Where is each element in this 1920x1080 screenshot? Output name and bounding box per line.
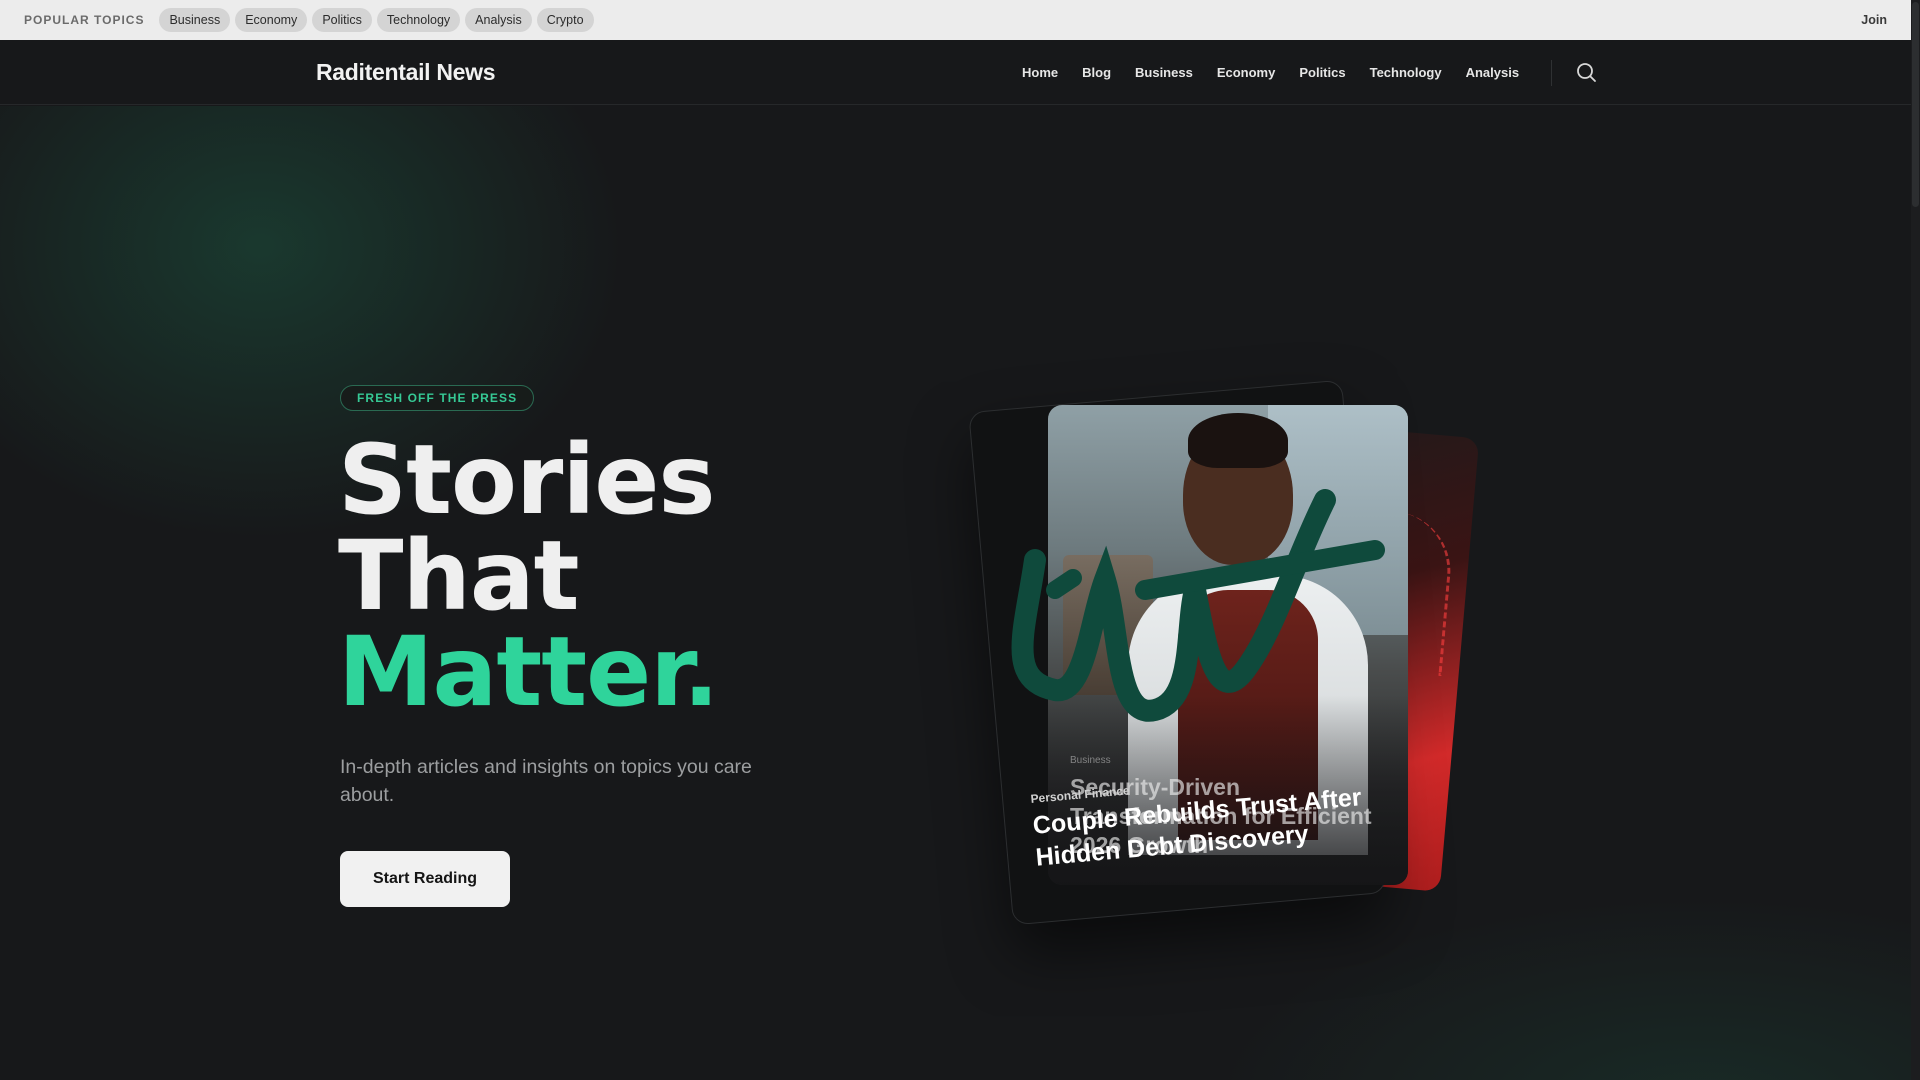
scribble-graphic [1011, 489, 1385, 722]
scribble-stroke-1 [1011, 489, 1336, 722]
nav-link-economy[interactable]: Economy [1217, 65, 1276, 80]
hero-headline: Stories That Matter. [338, 424, 719, 728]
nav-link-home[interactable]: Home [1022, 65, 1058, 80]
card-photo-person-hair [1188, 413, 1288, 468]
nav-link-business[interactable]: Business [1135, 65, 1193, 80]
hero-subtitle: In-depth articles and insights on topics… [340, 756, 752, 806]
headline-line-2: That [338, 520, 580, 632]
scrollbar-thumb[interactable] [1912, 2, 1919, 207]
topic-pill-politics[interactable]: Politics [312, 8, 372, 32]
main-navigation: Raditentail News Home Blog Business Econ… [0, 40, 1911, 105]
start-reading-button[interactable]: Start Reading [340, 851, 510, 907]
headline-line-1: Stories [338, 424, 715, 536]
topic-pill-technology[interactable]: Technology [376, 8, 461, 32]
nav-links: Home Blog Business Economy Politics Tech… [1010, 40, 1531, 105]
scribble-stroke-2 [1135, 540, 1385, 600]
headline-accent: Matter. [338, 616, 719, 728]
topic-pill-analysis[interactable]: Analysis [465, 8, 532, 32]
popular-topics-bar: POPULAR TOPICS Business Economy Politics… [0, 0, 1911, 40]
nav-link-technology[interactable]: Technology [1370, 65, 1442, 80]
hero-background [0, 106, 1911, 1080]
topic-pill-crypto[interactable]: Crypto [536, 8, 594, 32]
search-icon [1577, 63, 1596, 82]
nav-divider [1551, 60, 1552, 86]
popular-topics-label: POPULAR TOPICS [24, 13, 145, 27]
site-logo[interactable]: Raditentail News [316, 40, 496, 105]
scribble-stroke-3 [1046, 569, 1082, 599]
nav-link-blog[interactable]: Blog [1082, 65, 1111, 80]
page-scrollbar[interactable] [1911, 0, 1920, 1080]
topic-pill-economy[interactable]: Economy [235, 8, 308, 32]
topic-pill-business[interactable]: Business [159, 8, 231, 32]
nav-link-politics[interactable]: Politics [1299, 65, 1345, 80]
nav-link-analysis[interactable]: Analysis [1466, 65, 1519, 80]
search-button[interactable] [1574, 60, 1598, 84]
fresh-badge: FRESH OFF THE PRESS [340, 385, 535, 411]
join-link[interactable]: Join [1861, 0, 1887, 40]
